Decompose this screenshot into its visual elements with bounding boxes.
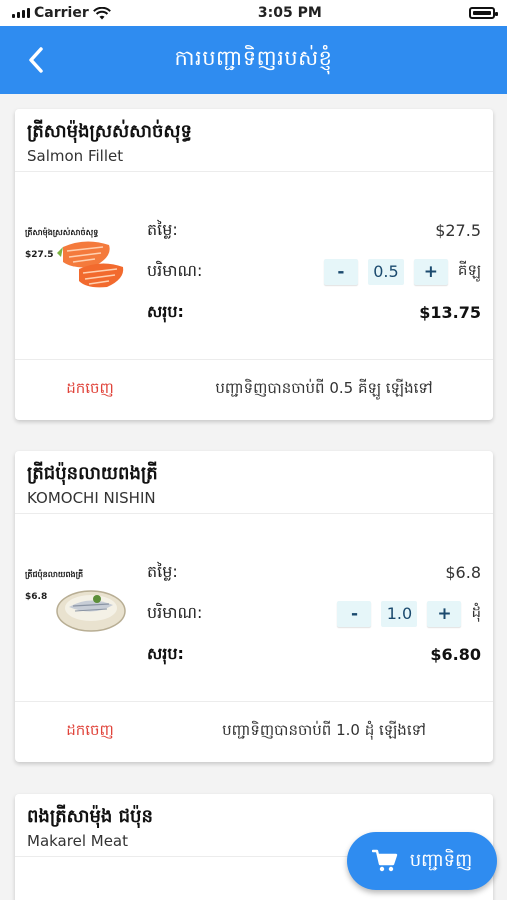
total-row: សរុប: $13.75 — [147, 292, 481, 333]
signal-icon — [12, 8, 30, 18]
decrease-button[interactable]: - — [323, 258, 358, 285]
decrease-button[interactable]: - — [337, 600, 372, 627]
quantity-row: បរិមាណ: - 0.5 + គីឡូ — [147, 251, 481, 292]
quantity-label: បរិមាណ: — [147, 260, 203, 280]
status-bar: Carrier 3:05 PM — [0, 0, 507, 26]
item-name-en: Salmon Fillet — [27, 147, 124, 165]
total-label: សរុប: — [147, 301, 184, 321]
order-item-card: ត្រីសាម៉ុងស្រស់សាច់សុទ្ធ Salmon Fillet ត… — [15, 109, 493, 420]
cart-button-label: បញ្ជាទិញ — [409, 849, 473, 871]
cart-icon — [371, 849, 397, 872]
item-name-km: ត្រីជប៉ុនលាយពងត្រី — [27, 463, 158, 484]
total-value: $6.80 — [430, 645, 481, 664]
remove-button[interactable]: ដកចេញ — [15, 379, 165, 401]
image-price: $6.8 — [25, 592, 47, 602]
item-header: ត្រីសាម៉ុងស្រស់សាច់សុទ្ធ Salmon Fillet — [15, 109, 493, 172]
quantity-row: បរិមាណ: - 1.0 + ដុំ — [147, 593, 481, 634]
total-row: សរុប: $6.80 — [147, 634, 481, 675]
item-footer: ដកចេញ បញ្ជាទិញបានចាប់ពី 0.5 គីឡូ ឡើងទៅ — [15, 360, 493, 420]
wifi-icon — [92, 6, 111, 19]
item-name-km: ពងត្រីសាម៉ុង ជប៉ុន — [27, 806, 153, 827]
quantity-stepper: - 1.0 + ដុំ — [337, 600, 481, 627]
image-caption: ត្រីសាម៉ុងស្រស់សាច់សុទ្ធ — [25, 227, 98, 238]
item-body: ត្រីសាម៉ុងស្រស់សាច់សុទ្ធ $27.5 តម្លៃ: $2… — [15, 172, 493, 360]
increase-button[interactable]: + — [427, 600, 462, 627]
page-title: ការបញ្ជាទិញរបស់ខ្ញុំ — [174, 45, 333, 70]
quantity-value: 0.5 — [367, 258, 404, 285]
item-footer: ដកចេញ បញ្ជាទិញបានចាប់ពី 1.0 ដុំ ឡើងទៅ — [15, 702, 493, 762]
price-row: តម្លៃ: $27.5 — [147, 210, 481, 251]
order-item-card: ត្រីជប៉ុនលាយពងត្រី KOMOCHI NISHIN ត្រីជប… — [15, 451, 493, 762]
order-cart-button[interactable]: បញ្ជាទិញ — [347, 832, 497, 890]
price-row: តម្លៃ: $6.8 — [147, 552, 481, 593]
nav-bar: ការបញ្ជាទិញរបស់ខ្ញុំ — [0, 26, 507, 94]
item-body: ត្រីជប៉ុនលាយពងត្រី $6.8 តម្លៃ: $6.8 បរិម… — [15, 514, 493, 702]
item-details: តម្លៃ: $6.8 បរិមាណ: - 1.0 + ដុំ សរុប: $6… — [147, 552, 481, 675]
quantity-stepper: - 0.5 + គីឡូ — [323, 258, 481, 285]
fish-dish-product-image: ត្រីជប៉ុនលាយពងត្រី $6.8 — [25, 569, 126, 632]
battery-icon — [469, 7, 498, 19]
status-time: 3:05 PM — [257, 5, 322, 21]
chevron-left-icon — [29, 47, 43, 73]
minimum-order-note: បញ្ជាទិញបានចាប់ពី 1.0 ដុំ ឡើងទៅ — [222, 721, 426, 739]
price-value: $27.5 — [435, 221, 481, 240]
item-name-km: ត្រីសាម៉ុងស្រស់សាច់សុទ្ធ — [27, 121, 192, 142]
status-left: Carrier — [12, 5, 111, 21]
carrier-label: Carrier — [34, 5, 89, 21]
total-value: $13.75 — [419, 303, 481, 322]
price-value: $6.8 — [445, 563, 481, 582]
item-header: ត្រីជប៉ុនលាយពងត្រី KOMOCHI NISHIN — [15, 451, 493, 514]
quantity-label: បរិមាណ: — [147, 602, 203, 622]
back-button[interactable] — [18, 40, 54, 80]
salmon-product-image: ត្រីសាម៉ុងស្រស់សាច់សុទ្ធ $27.5 — [25, 227, 124, 288]
image-caption: ត្រីជប៉ុនលាយពងត្រី — [25, 569, 83, 580]
price-label: តម្លៃ: — [147, 219, 178, 239]
image-price: $27.5 — [25, 250, 53, 260]
item-details: តម្លៃ: $27.5 បរិមាណ: - 0.5 + គីឡូ សរុប: … — [147, 210, 481, 333]
increase-button[interactable]: + — [413, 258, 448, 285]
quantity-value: 1.0 — [381, 600, 418, 627]
remove-button[interactable]: ដកចេញ — [15, 721, 165, 743]
total-label: សរុប: — [147, 643, 184, 663]
minimum-order-note: បញ្ជាទិញបានចាប់ពី 0.5 គីឡូ ឡើងទៅ — [215, 379, 433, 397]
price-label: តម្លៃ: — [147, 561, 178, 581]
unit-label: គីឡូ — [457, 260, 481, 279]
item-name-en: KOMOCHI NISHIN — [27, 489, 156, 507]
unit-label: ដុំ — [471, 602, 481, 621]
